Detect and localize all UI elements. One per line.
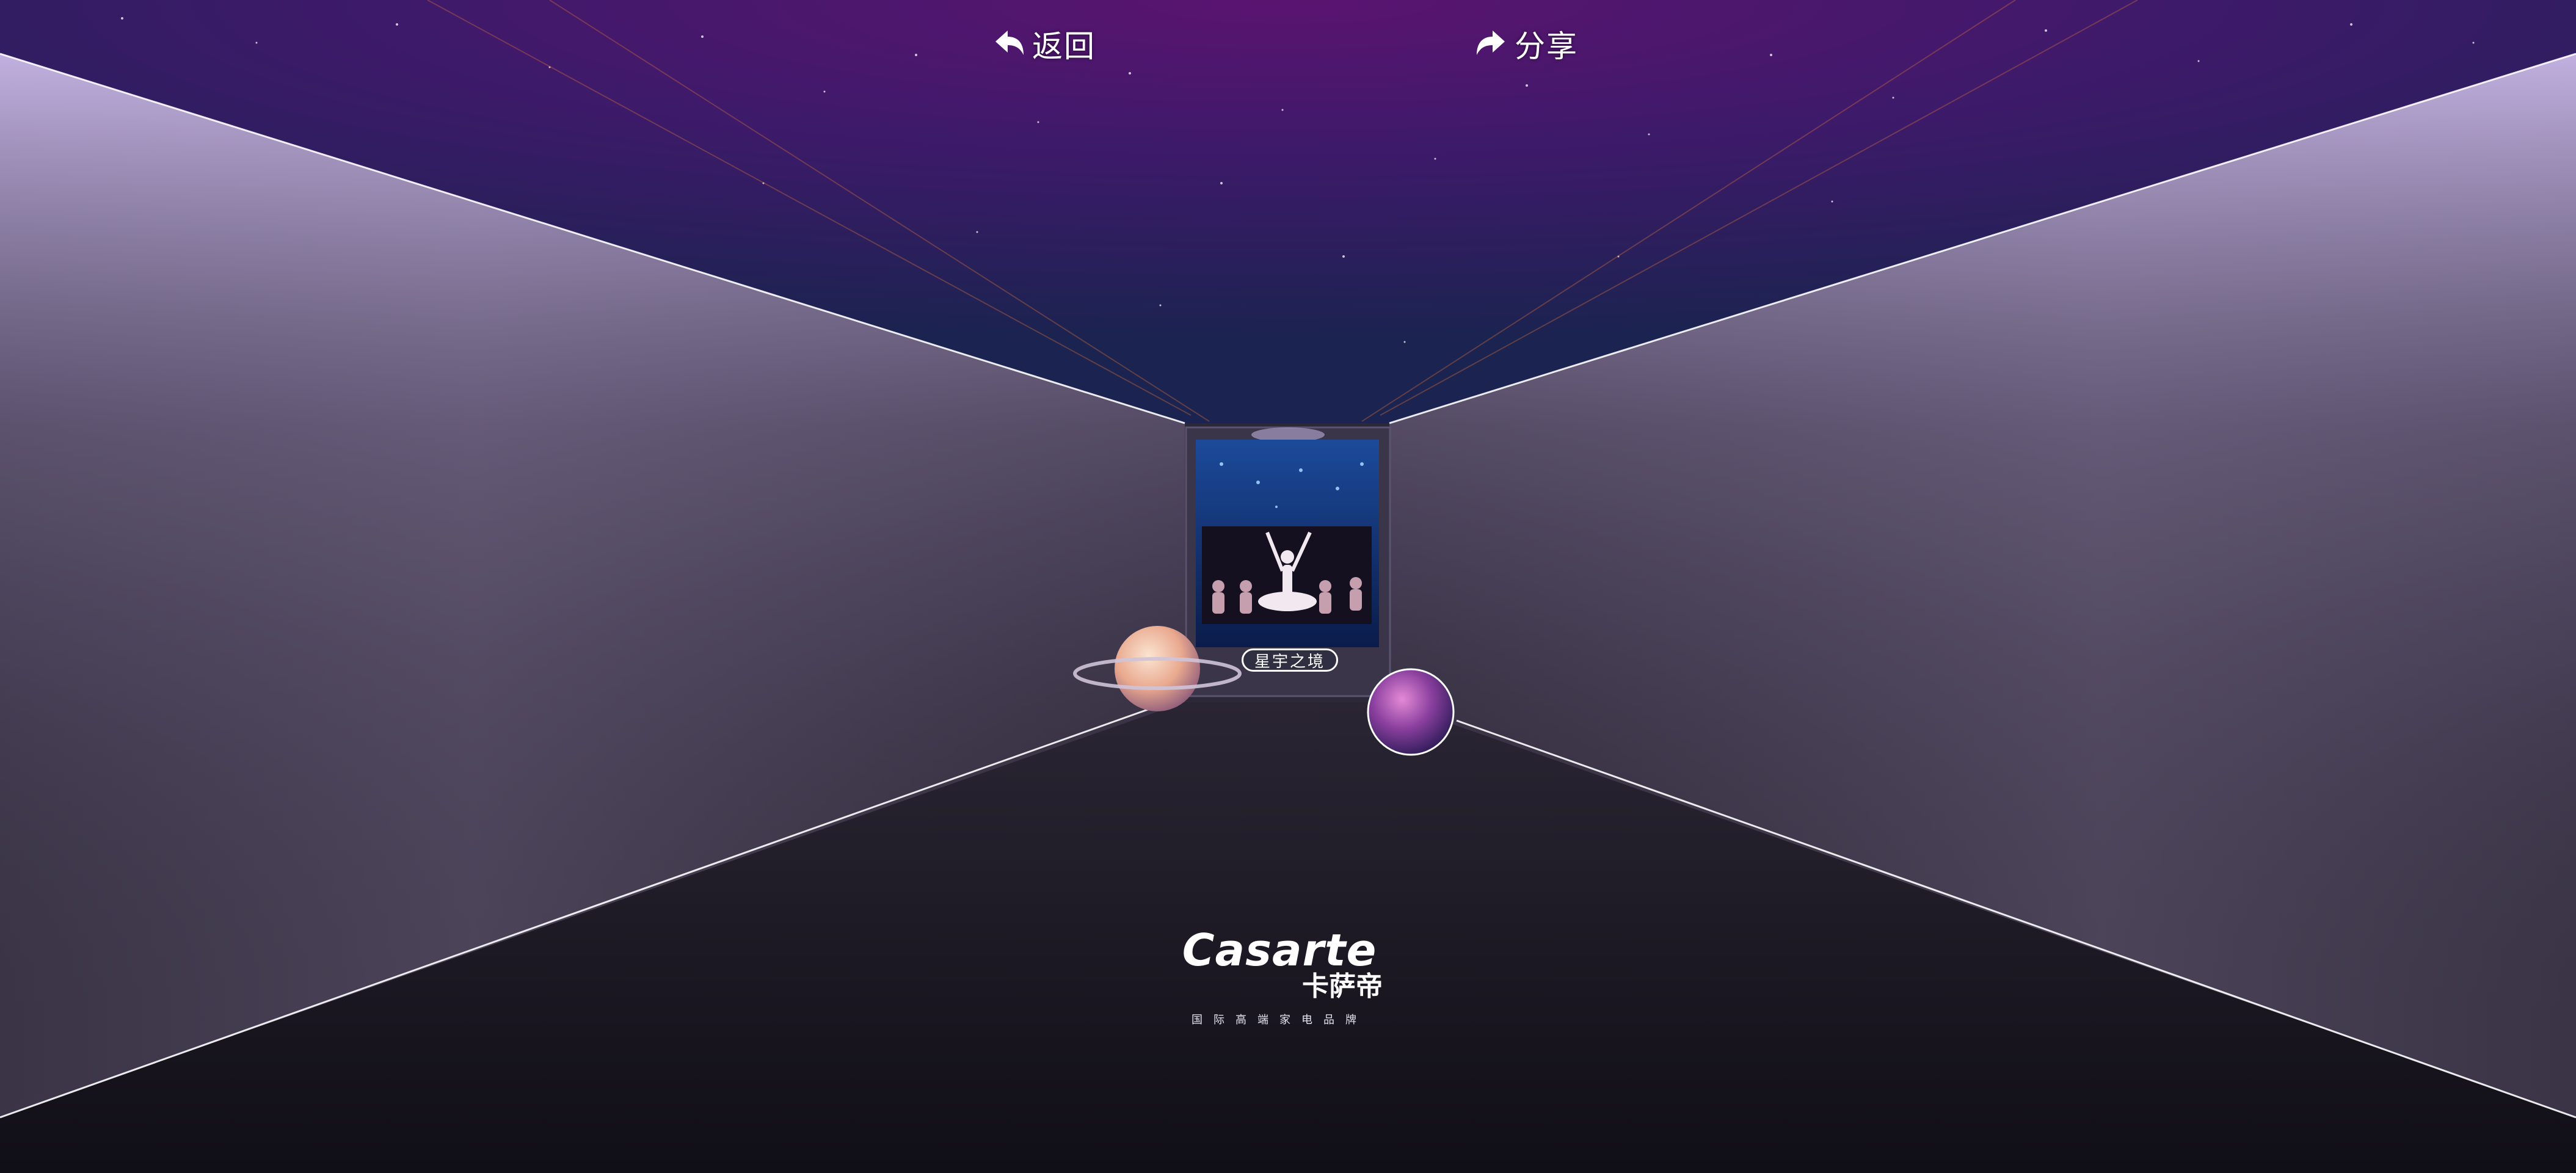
back-button[interactable]: 返回 (991, 23, 1096, 65)
saturn-planet[interactable] (1072, 620, 1243, 717)
brand-tagline: 国际高端家电品牌 (1192, 1014, 1367, 1027)
brand-logo: Casarte 卡萨帝 国际高端家电品牌 (1173, 928, 1386, 1027)
purple-planet[interactable] (1366, 667, 1456, 757)
share-label: 分享 (1515, 29, 1578, 64)
share-arrow-icon (1477, 31, 1505, 55)
back-label: 返回 (1032, 29, 1096, 64)
brand-name: Casarte (1182, 924, 1377, 976)
brand-name-cn: 卡萨帝 (1302, 971, 1383, 1002)
gallery-scene: 返回 分享 星宇之境 Casarte 卡萨帝 国际高端家电品牌 (0, 0, 2576, 1173)
back-arrow-icon (995, 31, 1024, 55)
share-button[interactable]: 分享 (1473, 23, 1578, 65)
exhibit-label-button[interactable]: 星宇之境 (1242, 648, 1338, 672)
